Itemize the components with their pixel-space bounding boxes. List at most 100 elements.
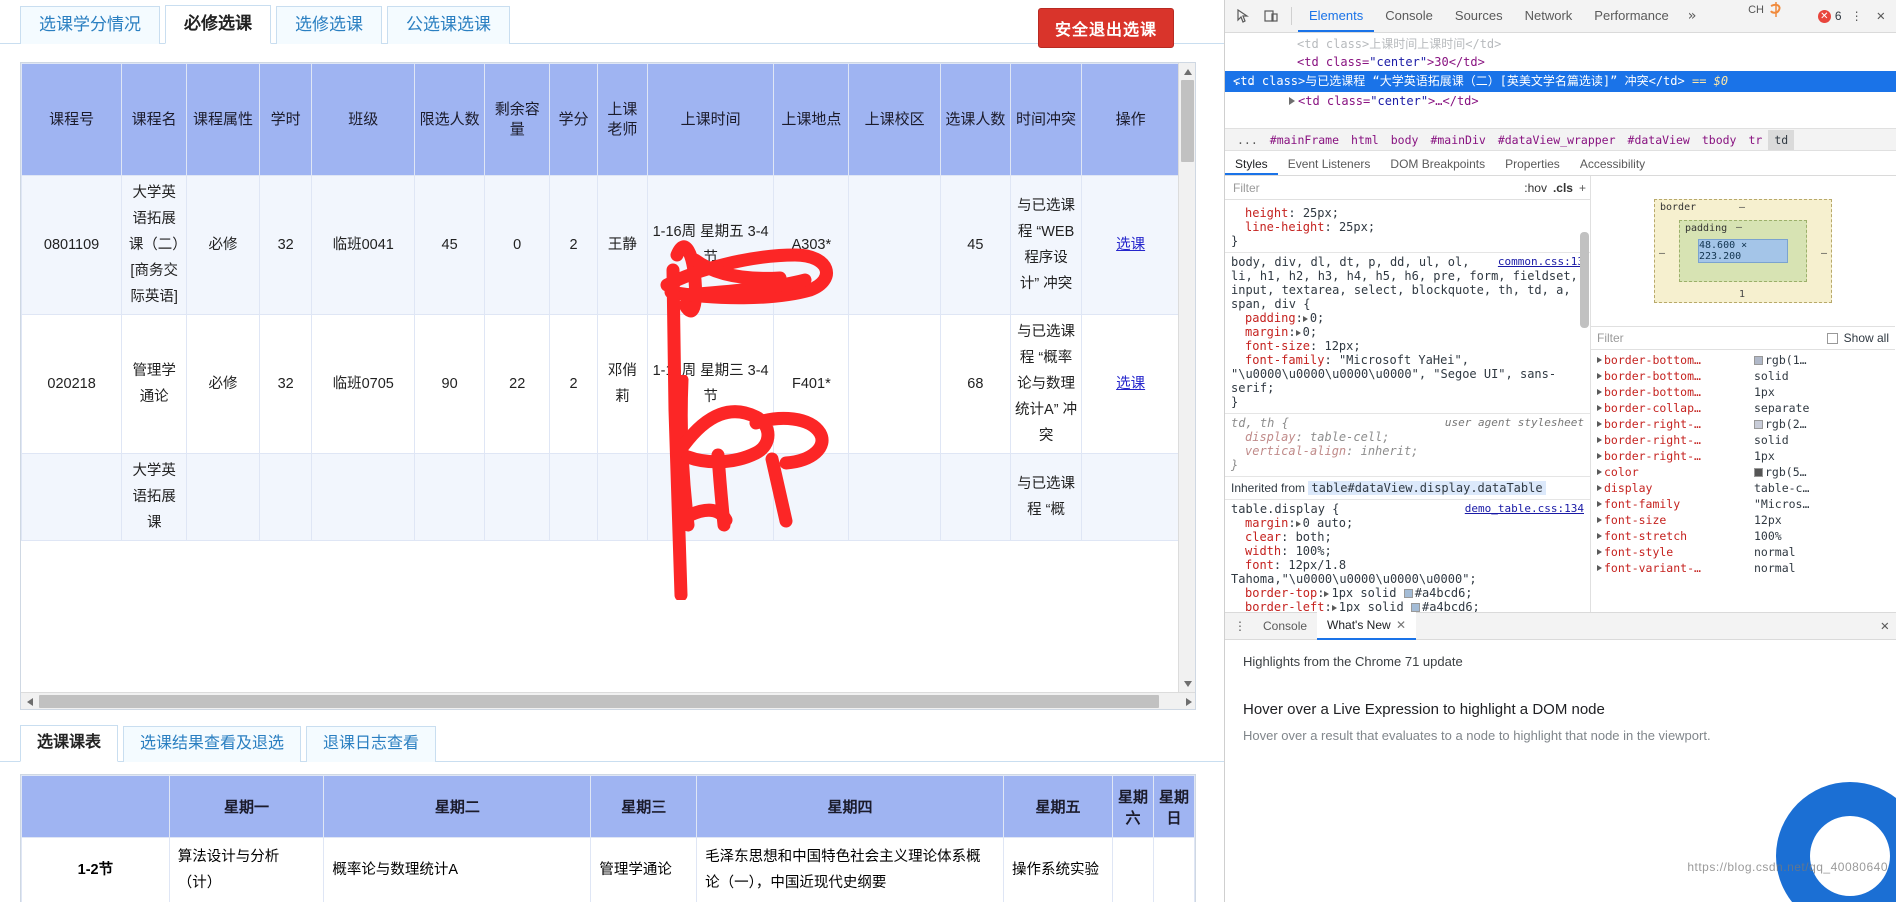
devtools-tab-sources[interactable]: Sources — [1444, 0, 1514, 32]
css-declaration[interactable]: margin: 0 auto; — [1231, 516, 1584, 530]
safe-exit-button[interactable]: 安全退出选课 — [1037, 8, 1174, 48]
css-declaration[interactable]: padding: 0; — [1231, 311, 1584, 325]
devtools-close-icon[interactable]: ✕ — [1870, 8, 1892, 24]
css-declaration[interactable]: width: 100%; — [1231, 544, 1584, 558]
devtools-tab-network[interactable]: Network — [1514, 0, 1584, 32]
pane-tab-accessibility[interactable]: Accessibility — [1570, 151, 1655, 175]
th-time[interactable]: 上课时间 — [646, 63, 775, 176]
breadcrumb-item-maindiv[interactable]: #mainDiv — [1424, 130, 1491, 150]
table-row[interactable]: 大学英语拓展课 与已选课程 “概 — [21, 453, 1180, 541]
tab-my-schedule[interactable]: 选课课表 — [20, 725, 119, 762]
pane-tab-dom-breakpoints[interactable]: DOM Breakpoints — [1380, 151, 1495, 175]
breadcrumb-item-ellipsis[interactable]: ... — [1231, 130, 1264, 150]
scroll-down-arrow-icon[interactable] — [1179, 675, 1195, 692]
dom-line-td-30[interactable]: <td class="center">30</td> — [1225, 53, 1896, 71]
show-all-checkbox[interactable] — [1826, 332, 1838, 344]
tab-credit-status[interactable]: 选课学分情况 — [20, 6, 160, 44]
color-swatch[interactable] — [1403, 589, 1413, 598]
th-credits[interactable]: 学分 — [549, 63, 598, 176]
breadcrumb-item-body[interactable]: body — [1385, 130, 1425, 150]
dom-line-td-collapsed[interactable]: <td class="center">…</td> — [1225, 92, 1896, 110]
css-declaration[interactable]: border-left: 1px solid #a4bcd6; — [1231, 600, 1584, 612]
expand-arrow-icon[interactable] — [1302, 316, 1308, 322]
scroll-right-arrow-icon[interactable] — [1180, 693, 1195, 709]
computed-property-row[interactable]: font-style normal — [1591, 544, 1895, 560]
select-course-link[interactable]: 选课 — [1116, 237, 1145, 253]
color-swatch[interactable] — [1410, 603, 1420, 612]
box-model-diagram[interactable]: border – – – 1 padding – 48.600 × 223.20… — [1654, 199, 1832, 303]
pane-tab-event-listeners[interactable]: Event Listeners — [1278, 151, 1381, 175]
th-teacher[interactable]: 上课老师 — [596, 63, 648, 176]
scroll-left-arrow-icon[interactable] — [21, 693, 38, 709]
drawer-tab-whats-new[interactable]: What's New ✕ — [1317, 612, 1417, 640]
styles-filter-input[interactable]: Filter — [1229, 181, 1518, 195]
devtools-tab-console[interactable]: Console — [1374, 0, 1444, 32]
tab-required-courses[interactable]: 必修选课 — [165, 5, 271, 44]
th-class[interactable]: 班级 — [311, 63, 416, 176]
drawer-close-icon[interactable]: ✕ — [1874, 618, 1896, 634]
dom-line-selected-node[interactable]: ... <td class>与已选课程 “大学英语拓展课（二）[英美文学名篇选读… — [1225, 71, 1896, 92]
expand-arrow-icon[interactable] — [1295, 330, 1301, 336]
computed-property-row[interactable]: font-size 12px — [1591, 512, 1895, 528]
th-hours[interactable]: 学时 — [258, 63, 313, 176]
th-limit[interactable]: 限选人数 — [414, 63, 486, 176]
pane-tab-styles[interactable]: Styles — [1225, 151, 1278, 175]
computed-property-row[interactable]: border-bottom… solid — [1591, 368, 1895, 384]
breadcrumb-item-tbody[interactable]: tbody — [1696, 130, 1743, 150]
drawer-menu-icon[interactable]: ⋮ — [1227, 619, 1253, 633]
css-declaration[interactable]: font-size: 12px; — [1231, 339, 1584, 353]
css-declaration[interactable]: line-height: 25px; — [1231, 220, 1584, 234]
css-declaration[interactable]: clear: both; — [1231, 530, 1584, 544]
computed-property-row[interactable]: font-variant-… normal — [1591, 560, 1895, 576]
error-count-badge[interactable]: ✕ 6 — [1817, 9, 1844, 23]
course-table-vertical-scrollbar[interactable] — [1178, 63, 1195, 692]
css-declaration[interactable]: font: 12px/1.8 Tahoma,"\u0000\u0000\u000… — [1231, 558, 1584, 586]
table-row[interactable]: 020218 管理学通论 必修 32 临班0705 90 22 2 邓俏莉 1-… — [21, 314, 1180, 454]
breadcrumb-item-tr[interactable]: tr — [1742, 130, 1768, 150]
new-style-rule-button[interactable]: + — [1579, 181, 1586, 195]
th-course-no[interactable]: 课程号 — [21, 63, 123, 176]
tab-public-elective-courses[interactable]: 公选课选课 — [387, 6, 510, 44]
computed-property-row[interactable]: border-right-… rgb(2… — [1591, 416, 1895, 432]
hov-toggle-button[interactable]: :hov — [1524, 181, 1547, 195]
th-course-attribute[interactable]: 课程属性 — [186, 63, 260, 176]
scroll-up-arrow-icon[interactable] — [1179, 63, 1195, 80]
drawer-tab-console[interactable]: Console — [1253, 613, 1317, 639]
breadcrumb-item-html[interactable]: html — [1345, 130, 1385, 150]
computed-property-row[interactable]: border-right-… 1px — [1591, 448, 1895, 464]
computed-property-row[interactable]: font-family "Micros… — [1591, 496, 1895, 512]
breadcrumb-item-td[interactable]: td — [1768, 129, 1795, 150]
css-declaration[interactable]: border-top: 1px solid #a4bcd6; — [1231, 586, 1584, 600]
styles-scroll-thumb[interactable] — [1580, 232, 1589, 328]
css-source-link[interactable]: demo_table.css:134 — [1465, 502, 1584, 515]
tab-drop-log[interactable]: 退课日志查看 — [306, 726, 437, 762]
tab-result-and-drop[interactable]: 选课结果查看及退选 — [123, 726, 302, 762]
inspect-element-icon[interactable] — [1229, 2, 1257, 30]
expand-arrow-icon[interactable] — [1324, 591, 1330, 597]
th-enrolled[interactable]: 选课人数 — [939, 63, 1011, 176]
cls-toggle-button[interactable]: .cls — [1553, 181, 1573, 195]
css-source-link[interactable]: common.css:13 — [1498, 255, 1584, 268]
tab-elective-courses[interactable]: 选修选课 — [276, 6, 382, 44]
vertical-scroll-thumb[interactable] — [1181, 80, 1194, 162]
devtools-tab-performance[interactable]: Performance — [1583, 0, 1679, 32]
breadcrumb-item-mainframe[interactable]: #mainFrame — [1264, 130, 1345, 150]
breadcrumb-item-dataview-wrapper[interactable]: #dataView_wrapper — [1492, 130, 1622, 150]
more-tabs-chevron-icon[interactable]: » — [1680, 8, 1704, 24]
device-toolbar-icon[interactable] — [1257, 2, 1285, 30]
breadcrumb-item-dataview[interactable]: #dataView — [1622, 130, 1696, 150]
th-campus[interactable]: 上课校区 — [848, 63, 941, 176]
horizontal-scroll-thumb[interactable] — [39, 695, 1159, 708]
table-row[interactable]: 0801109 大学英语拓展课（二）[商务交际英语] 必修 32 临班0041 … — [21, 175, 1180, 315]
computed-property-row[interactable]: border-right-… solid — [1591, 432, 1895, 448]
th-place[interactable]: 上课地点 — [773, 63, 850, 176]
computed-property-row[interactable]: font-stretch 100% — [1591, 528, 1895, 544]
devtools-tab-elements[interactable]: Elements — [1298, 0, 1375, 32]
computed-property-row[interactable]: border-bottom… 1px — [1591, 384, 1895, 400]
computed-property-row[interactable]: border-collap… separate — [1591, 400, 1895, 416]
expand-arrow-icon[interactable] — [1331, 605, 1337, 611]
select-course-link[interactable]: 选课 — [1116, 376, 1145, 392]
computed-property-row[interactable]: border-bottom… rgb(1… — [1591, 352, 1895, 368]
dom-line-above[interactable]: <td class>上课时间上课时间</td> — [1225, 35, 1896, 53]
box-model-padding[interactable]: padding – 48.600 × 223.200 — [1679, 220, 1807, 282]
